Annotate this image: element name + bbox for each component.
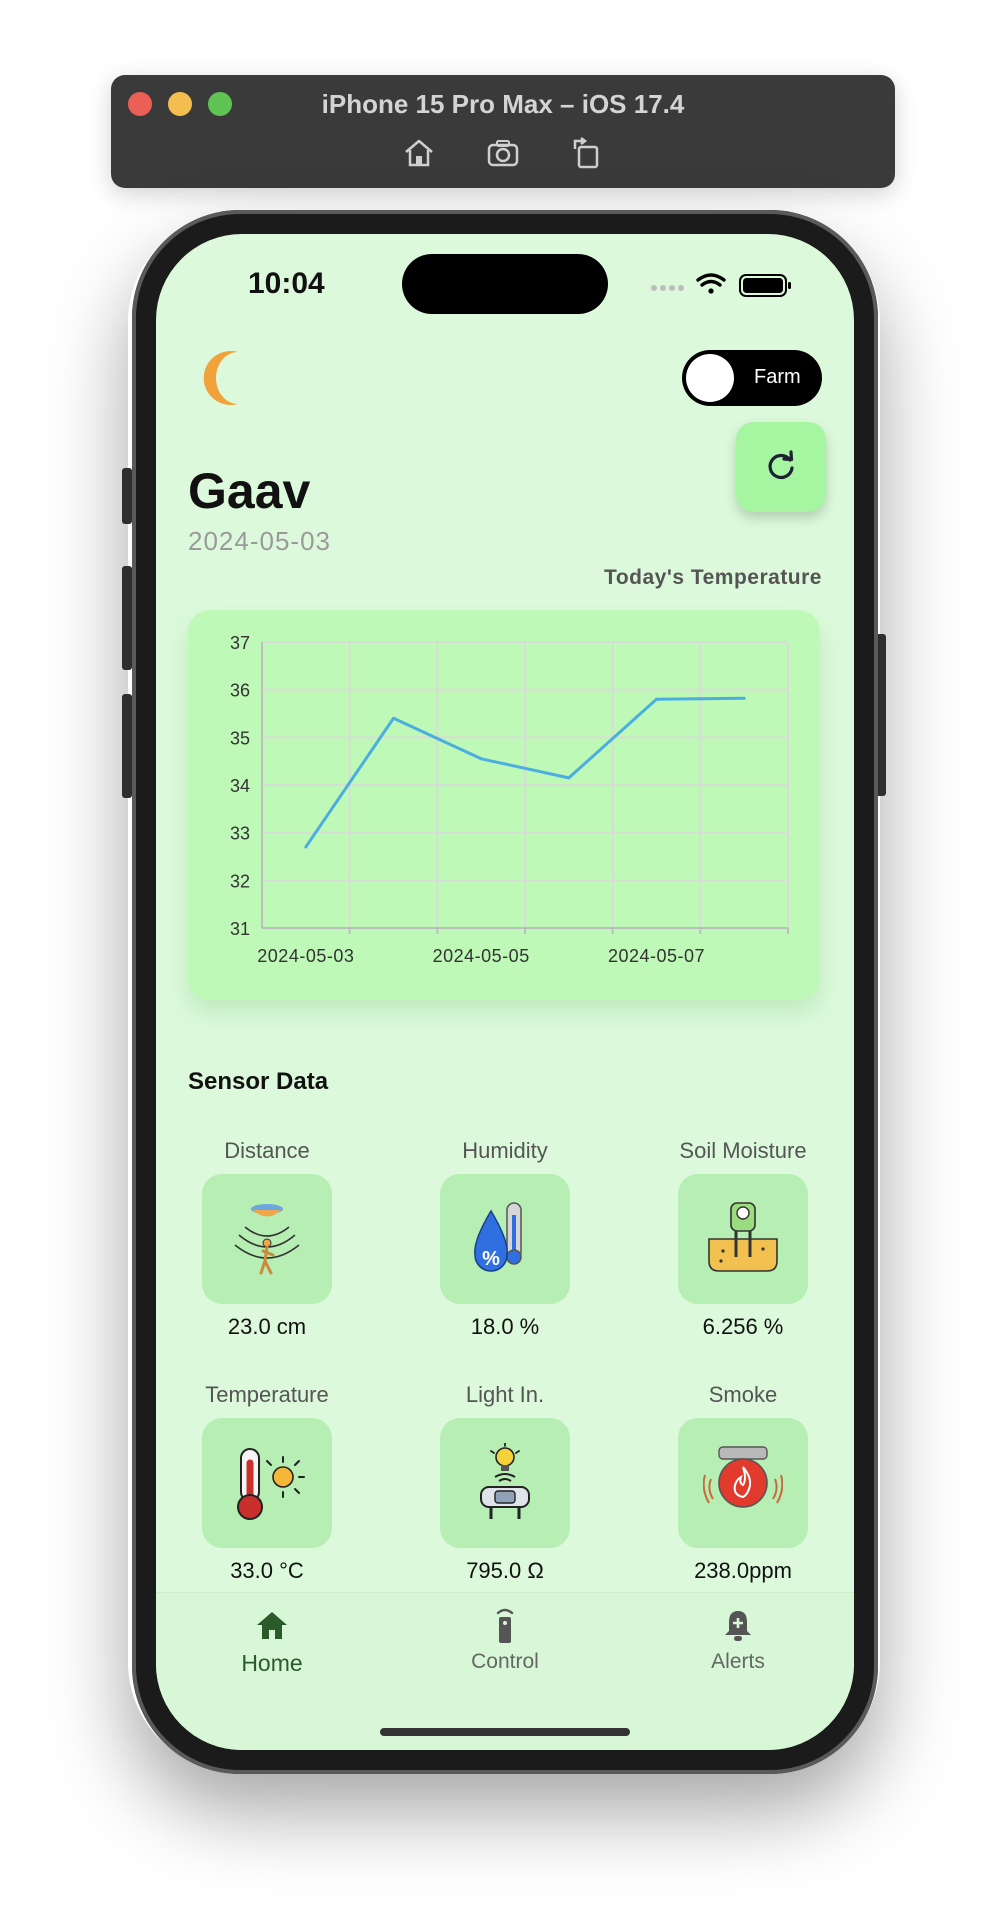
toggle-knob	[686, 354, 734, 402]
y-tick-label: 34	[230, 776, 250, 796]
data-point	[655, 697, 658, 701]
sensor-tile[interactable]	[202, 1174, 332, 1304]
light-sensor-icon	[480, 1443, 530, 1519]
data-point	[392, 716, 395, 720]
status-icons	[650, 270, 796, 305]
sensor-tile[interactable]: %	[440, 1174, 570, 1304]
tab-bar: Home Control Alerts	[156, 1592, 854, 1750]
sensor-label: Distance	[224, 1138, 310, 1163]
tab-control[interactable]: Control	[435, 1607, 575, 1674]
soil-moisture-probe-icon	[708, 1202, 778, 1272]
temperature-chart: 31 32 33 34 35 36 37 2024-05-03 2024-05-05 2024-0…	[230, 633, 789, 966]
sensor-card-light[interactable]: Light In. 795.0 Ω	[400, 1382, 610, 1584]
sensor-label: Humidity	[462, 1138, 548, 1163]
sensor-value: 18.0 %	[470, 1314, 540, 1339]
section-title: Sensor Data	[188, 1068, 329, 1095]
sensor-label: Soil Moisture	[679, 1138, 807, 1163]
sensor-value: 238.0ppm	[694, 1558, 792, 1583]
simulator-title: iPhone 15 Pro Max – iOS 17.4	[321, 89, 685, 119]
temperature-chart-card: 31 32 33 34 35 36 37 2024-05-03 2024-05-05 2024-0…	[188, 610, 820, 1000]
y-tick-label: 37	[230, 633, 250, 653]
ultrasonic-distance-icon	[234, 1204, 300, 1275]
x-tick-label: 2024-05-03	[257, 946, 354, 966]
home-icon[interactable]	[399, 135, 439, 171]
y-tick-label: 32	[230, 871, 250, 891]
sensor-label: Smoke	[708, 1382, 778, 1407]
tab-home[interactable]: Home	[202, 1607, 342, 1677]
y-tick-label: 31	[230, 919, 250, 939]
sensor-value: 795.0 Ω	[466, 1558, 544, 1583]
sensor-value: 33.0 °C	[230, 1558, 304, 1583]
x-tick-label: 2024-05-05	[433, 946, 530, 966]
app-screen: 10:04 Farm Gaav 2024-05-03 Today's Tempe…	[156, 234, 854, 1750]
sensor-card-temperature[interactable]: Temperature 33.0 °C	[162, 1382, 372, 1584]
bell-icon	[725, 1611, 751, 1641]
page-date: 2024-05-03	[188, 526, 331, 556]
y-tick-label: 33	[230, 824, 250, 844]
moon-icon[interactable]	[200, 348, 260, 408]
data-point	[742, 696, 746, 700]
y-tick-label: 35	[230, 728, 250, 748]
tab-alerts[interactable]: Alerts	[668, 1607, 808, 1674]
remote-control-icon	[496, 1608, 514, 1643]
sensor-tile[interactable]	[678, 1174, 808, 1304]
data-point	[567, 776, 571, 780]
sensor-card-smoke[interactable]: Smoke 238.0ppm	[638, 1382, 848, 1584]
chart-title: Today's Temperature	[604, 566, 822, 589]
thermometer-sun-icon	[237, 1448, 305, 1520]
sensor-label: Temperature	[205, 1382, 329, 1407]
sensor-card-distance[interactable]: Distance 23.0 cm	[162, 1138, 372, 1340]
tab-label: Alerts	[711, 1650, 765, 1673]
sensor-card-soil-moisture[interactable]: Soil Moisture 6.256 %	[638, 1138, 848, 1340]
page-title: Gaav	[188, 463, 311, 519]
dynamic-island	[402, 254, 608, 314]
svg-text:%: %	[482, 1248, 500, 1270]
refresh-icon	[768, 450, 794, 480]
sensor-tile[interactable]	[440, 1418, 570, 1548]
y-tick-label: 36	[230, 681, 250, 701]
sensor-card-humidity[interactable]: Humidity % 18.0 %	[400, 1138, 610, 1340]
home-icon	[257, 1612, 287, 1639]
action-button	[122, 468, 132, 524]
sensor-value: 6.256 %	[702, 1314, 784, 1339]
sensor-tile[interactable]	[202, 1418, 332, 1548]
x-tick-label: 2024-05-07	[608, 946, 705, 966]
refresh-button[interactable]	[736, 422, 826, 512]
toggle-label: Farm	[754, 366, 801, 388]
sensor-value: 23.0 cm	[227, 1314, 307, 1339]
tab-label: Control	[471, 1650, 539, 1673]
data-point	[479, 757, 483, 761]
volume-down-button	[122, 694, 132, 798]
wifi-icon	[696, 273, 726, 294]
status-time: 10:04	[248, 267, 325, 300]
rotate-icon[interactable]	[567, 135, 607, 171]
screenshot-icon[interactable]	[483, 135, 523, 171]
volume-up-button	[122, 566, 132, 670]
tab-label: Home	[241, 1650, 303, 1676]
signal-icon	[651, 285, 684, 291]
sensor-tile[interactable]	[678, 1418, 808, 1548]
home-indicator[interactable]	[380, 1728, 630, 1736]
sensor-label: Light In.	[465, 1382, 545, 1407]
battery-icon	[739, 274, 791, 297]
humidity-drop-icon: %	[474, 1202, 522, 1272]
farm-mode-toggle[interactable]: Farm	[682, 350, 822, 406]
smoke-alarm-icon	[703, 1446, 783, 1508]
simulator-title-bar: iPhone 15 Pro Max – iOS 17.4	[111, 75, 895, 188]
data-point	[304, 845, 308, 849]
